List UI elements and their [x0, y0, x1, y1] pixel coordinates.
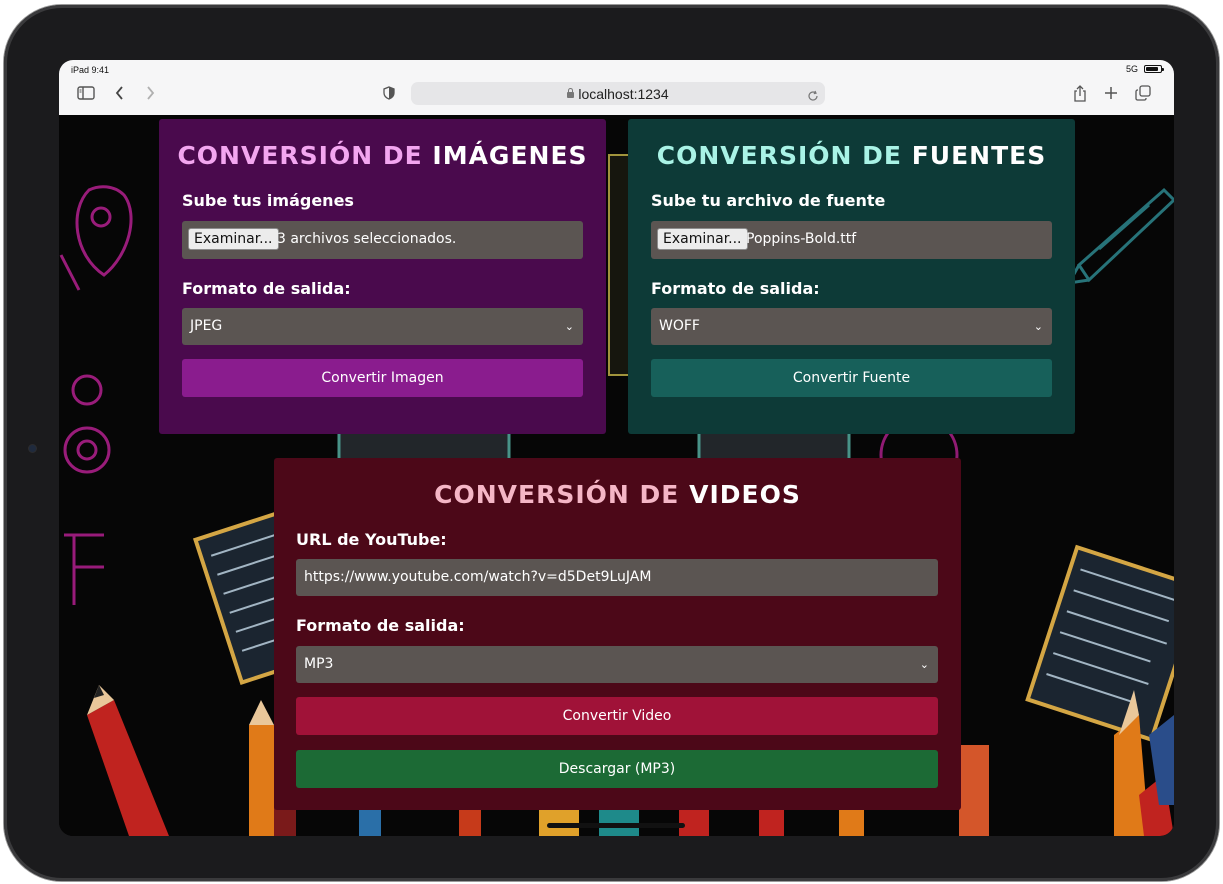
images-title-part-a: CONVERSIÓN DE — [177, 141, 423, 170]
chevron-down-icon: ⌄ — [1033, 320, 1043, 333]
network-indicator: 5G — [1125, 64, 1138, 74]
fonts-format-value: WOFF — [659, 318, 700, 334]
home-indicator — [547, 823, 685, 828]
tabs-overview-icon[interactable] — [1135, 84, 1151, 102]
youtube-url-input[interactable]: https://www.youtube.com/watch?v=d5Det9Lu… — [296, 559, 938, 596]
status-right: 5G — [1125, 64, 1164, 74]
fonts-browse-button[interactable]: Examinar... — [657, 228, 748, 250]
convert-video-button[interactable]: Convertir Video — [296, 697, 938, 735]
fonts-file-input[interactable]: Examinar... Poppins-Bold.ttf — [651, 221, 1052, 259]
images-format-value: JPEG — [190, 318, 223, 334]
fonts-format-label: Formato de salida: — [651, 279, 820, 298]
web-page: CONVERSIÓN DE IMÁGENES Sube tus imágenes… — [59, 115, 1174, 836]
reload-icon[interactable] — [807, 87, 819, 106]
images-format-label: Formato de salida: — [182, 279, 351, 298]
convert-image-button[interactable]: Convertir Imagen — [182, 359, 583, 397]
browser-toolbar: iPad 9:41 5G localhost:1234 — [59, 60, 1174, 116]
images-file-input[interactable]: Examinar... 3 archivos seleccionados. — [182, 221, 583, 259]
privacy-shield-icon[interactable] — [383, 84, 395, 102]
videos-format-select[interactable]: MP3 ⌄ — [296, 646, 938, 683]
fonts-format-select[interactable]: WOFF ⌄ — [651, 308, 1052, 345]
download-mp3-button[interactable]: Descargar (MP3) — [296, 750, 938, 788]
chevron-down-icon: ⌄ — [919, 658, 929, 671]
images-format-select[interactable]: JPEG ⌄ — [182, 308, 583, 345]
address-text: localhost:1234 — [411, 86, 825, 102]
videos-format-value: MP3 — [304, 656, 334, 672]
front-camera — [29, 445, 36, 452]
ipad-frame: iPad 9:41 5G localhost:1234 CONVERSIÓN D… — [4, 5, 1219, 881]
battery-icon — [1144, 65, 1164, 73]
screen: iPad 9:41 5G localhost:1234 CONVERSIÓN D… — [59, 60, 1174, 836]
images-card: CONVERSIÓN DE IMÁGENES Sube tus imágenes… — [159, 119, 606, 434]
videos-card: CONVERSIÓN DE VIDEOS URL de YouTube: htt… — [274, 458, 961, 810]
fonts-title-part-b: FUENTES — [911, 141, 1047, 170]
videos-title-part-a: CONVERSIÓN DE — [434, 480, 680, 509]
images-browse-button[interactable]: Examinar... — [188, 228, 279, 250]
youtube-url-value: https://www.youtube.com/watch?v=d5Det9Lu… — [304, 569, 652, 585]
youtube-url-label: URL de YouTube: — [296, 530, 447, 549]
new-tab-icon[interactable] — [1104, 84, 1118, 102]
address-url: localhost:1234 — [578, 86, 669, 102]
videos-card-title: CONVERSIÓN DE VIDEOS — [274, 480, 961, 509]
images-card-title: CONVERSIÓN DE IMÁGENES — [159, 141, 606, 170]
forward-icon[interactable] — [145, 84, 155, 102]
chevron-down-icon: ⌄ — [564, 320, 574, 333]
images-upload-label: Sube tus imágenes — [182, 191, 354, 210]
status-time: iPad 9:41 — [71, 65, 110, 75]
fonts-upload-label: Sube tu archivo de fuente — [651, 191, 886, 210]
fonts-card: CONVERSIÓN DE FUENTES Sube tu archivo de… — [628, 119, 1075, 434]
share-icon[interactable] — [1073, 84, 1087, 102]
fonts-card-title: CONVERSIÓN DE FUENTES — [628, 141, 1075, 170]
fonts-title-part-a: CONVERSIÓN DE — [656, 141, 902, 170]
fonts-file-status: Poppins-Bold.ttf — [746, 231, 857, 247]
lock-icon — [567, 88, 575, 98]
videos-title-part-b: VIDEOS — [689, 480, 801, 509]
address-bar[interactable]: localhost:1234 — [411, 82, 825, 105]
sidebar-toggle-icon[interactable] — [77, 84, 95, 102]
images-title-part-b: IMÁGENES — [432, 141, 588, 170]
convert-font-button[interactable]: Convertir Fuente — [651, 359, 1052, 397]
images-file-status: 3 archivos seleccionados. — [277, 231, 457, 247]
back-icon[interactable] — [115, 84, 125, 102]
videos-format-label: Formato de salida: — [296, 616, 465, 635]
